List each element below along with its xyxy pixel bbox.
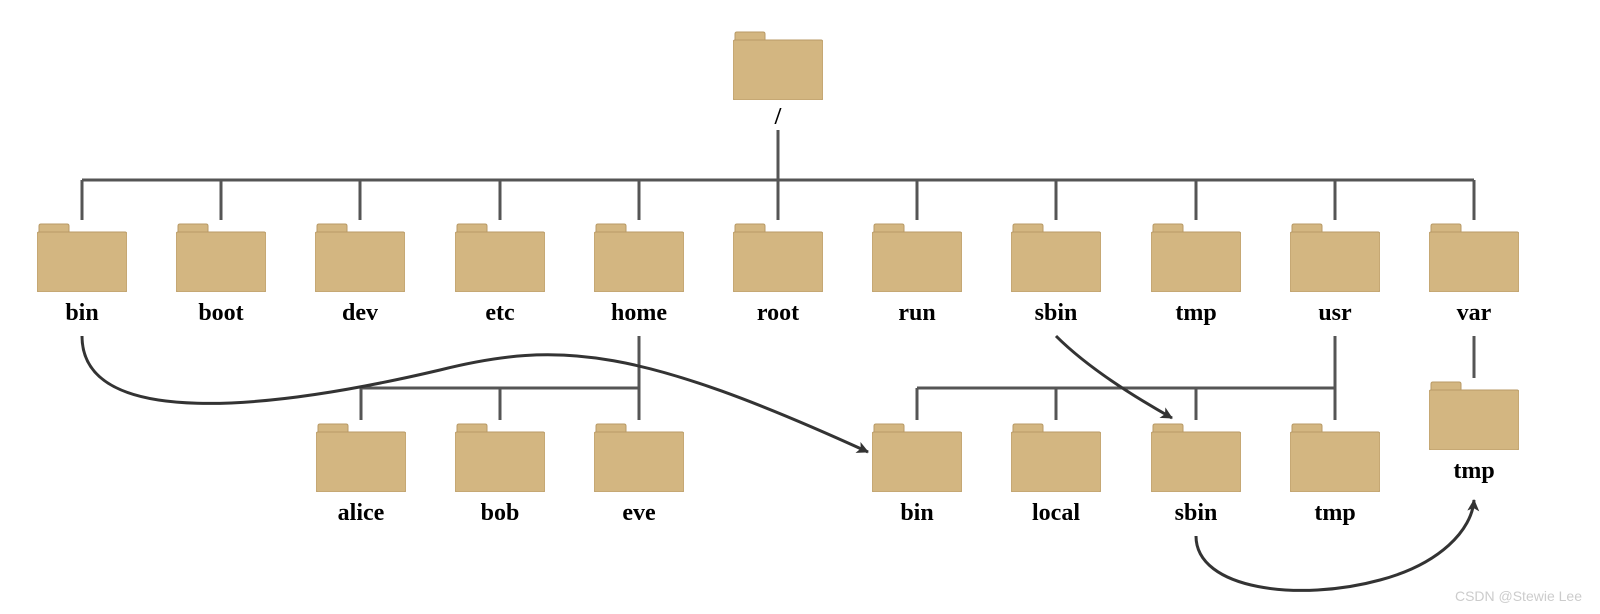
label-usr-sbin: sbin [1126, 500, 1266, 527]
folder-usr-bin [872, 420, 962, 492]
label-var: var [1404, 300, 1544, 327]
folder-bob [455, 420, 545, 492]
folder-eve [594, 420, 684, 492]
folder-icon [1011, 420, 1101, 492]
label-dev: dev [290, 300, 430, 327]
folder-tmp [1151, 220, 1241, 292]
watermark: CSDN @Stewie Lee [1455, 588, 1582, 604]
folder-icon [733, 28, 823, 100]
label-rootdir: root [708, 300, 848, 327]
folder-icon [1151, 420, 1241, 492]
folder-icon [594, 220, 684, 292]
folder-usr-local [1011, 420, 1101, 492]
label-bob: bob [430, 500, 570, 527]
label-bin: bin [12, 300, 152, 327]
folder-icon [315, 220, 405, 292]
folder-boot [176, 220, 266, 292]
folder-bin [37, 220, 127, 292]
folder-var-tmp [1429, 378, 1519, 450]
label-usr: usr [1265, 300, 1405, 327]
label-run: run [847, 300, 987, 327]
label-eve: eve [569, 500, 709, 527]
folder-home [594, 220, 684, 292]
label-boot: boot [151, 300, 291, 327]
label-alice: alice [291, 500, 431, 527]
label-sbin: sbin [986, 300, 1126, 327]
folder-dev [315, 220, 405, 292]
folder-icon [1290, 220, 1380, 292]
folder-etc [455, 220, 545, 292]
label-usr-tmp: tmp [1265, 500, 1405, 527]
folder-icon [594, 420, 684, 492]
folder-icon [872, 420, 962, 492]
folder-icon [316, 420, 406, 492]
folder-icon [455, 420, 545, 492]
folder-icon [1429, 220, 1519, 292]
folder-icon [733, 220, 823, 292]
folder-run [872, 220, 962, 292]
folder-root [733, 28, 823, 100]
folder-icon [1290, 420, 1380, 492]
folder-icon [1429, 378, 1519, 450]
folder-usr-tmp [1290, 420, 1380, 492]
folder-usr [1290, 220, 1380, 292]
folder-icon [455, 220, 545, 292]
label-tmp: tmp [1126, 300, 1266, 327]
label-var-tmp: tmp [1404, 458, 1544, 485]
folder-icon [872, 220, 962, 292]
label-root: / [708, 104, 848, 131]
folder-icon [1011, 220, 1101, 292]
folder-icon [176, 220, 266, 292]
folder-alice [316, 420, 406, 492]
folder-var [1429, 220, 1519, 292]
folder-sbin [1011, 220, 1101, 292]
folder-icon [1151, 220, 1241, 292]
folder-rootdir [733, 220, 823, 292]
label-home: home [569, 300, 709, 327]
label-usr-local: local [986, 500, 1126, 527]
label-usr-bin: bin [847, 500, 987, 527]
folder-usr-sbin [1151, 420, 1241, 492]
folder-icon [37, 220, 127, 292]
label-etc: etc [430, 300, 570, 327]
